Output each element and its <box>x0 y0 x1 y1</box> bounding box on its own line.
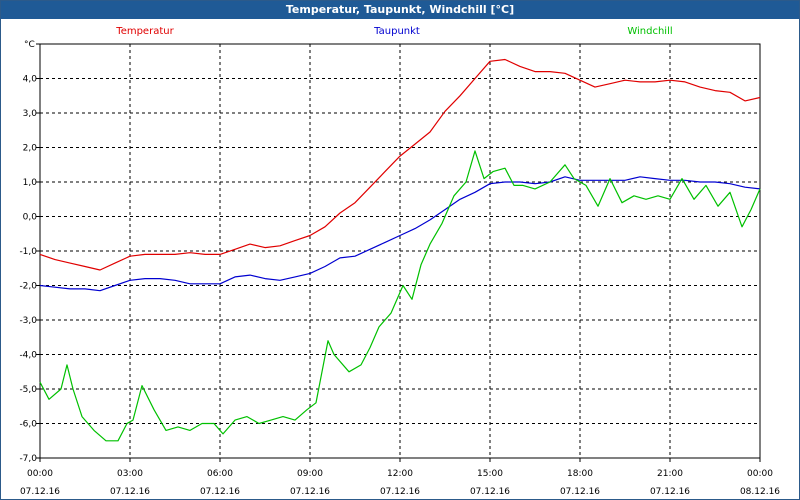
x-tick-time: 00:00 <box>747 469 773 479</box>
x-tick-time: 03:00 <box>117 469 143 479</box>
x-tick-date: 07.12.16 <box>380 487 420 497</box>
y-tick-label: -3,0 <box>19 316 37 326</box>
x-tick-date: 07.12.16 <box>200 487 240 497</box>
x-tick-date: 08.12.16 <box>740 487 780 497</box>
x-tick-date: 07.12.16 <box>290 487 330 497</box>
y-axis-unit: °C <box>24 40 35 50</box>
x-tick-date: 07.12.16 <box>560 487 600 497</box>
grid-lines <box>40 44 760 458</box>
y-tick-label: -1,0 <box>19 247 37 257</box>
legend-item: Taupunkt <box>373 26 420 37</box>
x-tick-date: 07.12.16 <box>110 487 150 497</box>
y-tick-label: -6,0 <box>19 420 37 430</box>
x-tick-date: 07.12.16 <box>470 487 510 497</box>
y-tick-label: -7,0 <box>19 454 37 464</box>
y-tick-label: 2,0 <box>23 144 38 154</box>
y-tick-labels: 4,0 3,0 2,0 1,0 0,0 -1,0 -2,0 -3,0 -4,0 -5,0 -6,0 -… <box>19 40 37 464</box>
x-tick-date: 07.12.16 <box>650 487 690 497</box>
y-tick-label: 0,0 <box>23 213 38 223</box>
y-tick-label: -2,0 <box>19 282 37 292</box>
x-tick-date: 07.12.16 <box>20 487 60 497</box>
y-tick-label: 4,0 <box>23 75 38 85</box>
y-tick-label: -5,0 <box>19 385 37 395</box>
y-tick-label: -4,0 <box>19 351 37 361</box>
legend-item: Temperatur <box>115 26 174 37</box>
axes <box>36 43 761 462</box>
legend-item: Windchill <box>627 26 672 37</box>
x-tick-time: 15:00 <box>477 469 503 479</box>
x-tick-time: 12:00 <box>387 469 413 479</box>
x-tick-time: 18:00 <box>567 469 593 479</box>
x-tick-time: 06:00 <box>207 469 233 479</box>
x-tick-labels: 00:00 07.12.16 03:00 07.12.16 06:00 07.12.16 0… <box>20 469 780 497</box>
y-tick-label: 1,0 <box>23 178 38 188</box>
x-tick-time: 00:00 <box>27 469 53 479</box>
x-tick-time: 09:00 <box>297 469 323 479</box>
line-chart: 4,0 3,0 2,0 1,0 0,0 -1,0 -2,0 -3,0 -4,0 -5,0 -6,0 -… <box>19 26 780 497</box>
x-tick-time: 21:00 <box>657 469 683 479</box>
legend: Temperatur Taupunkt Windchill <box>115 26 672 37</box>
y-tick-label: 3,0 <box>23 109 38 119</box>
